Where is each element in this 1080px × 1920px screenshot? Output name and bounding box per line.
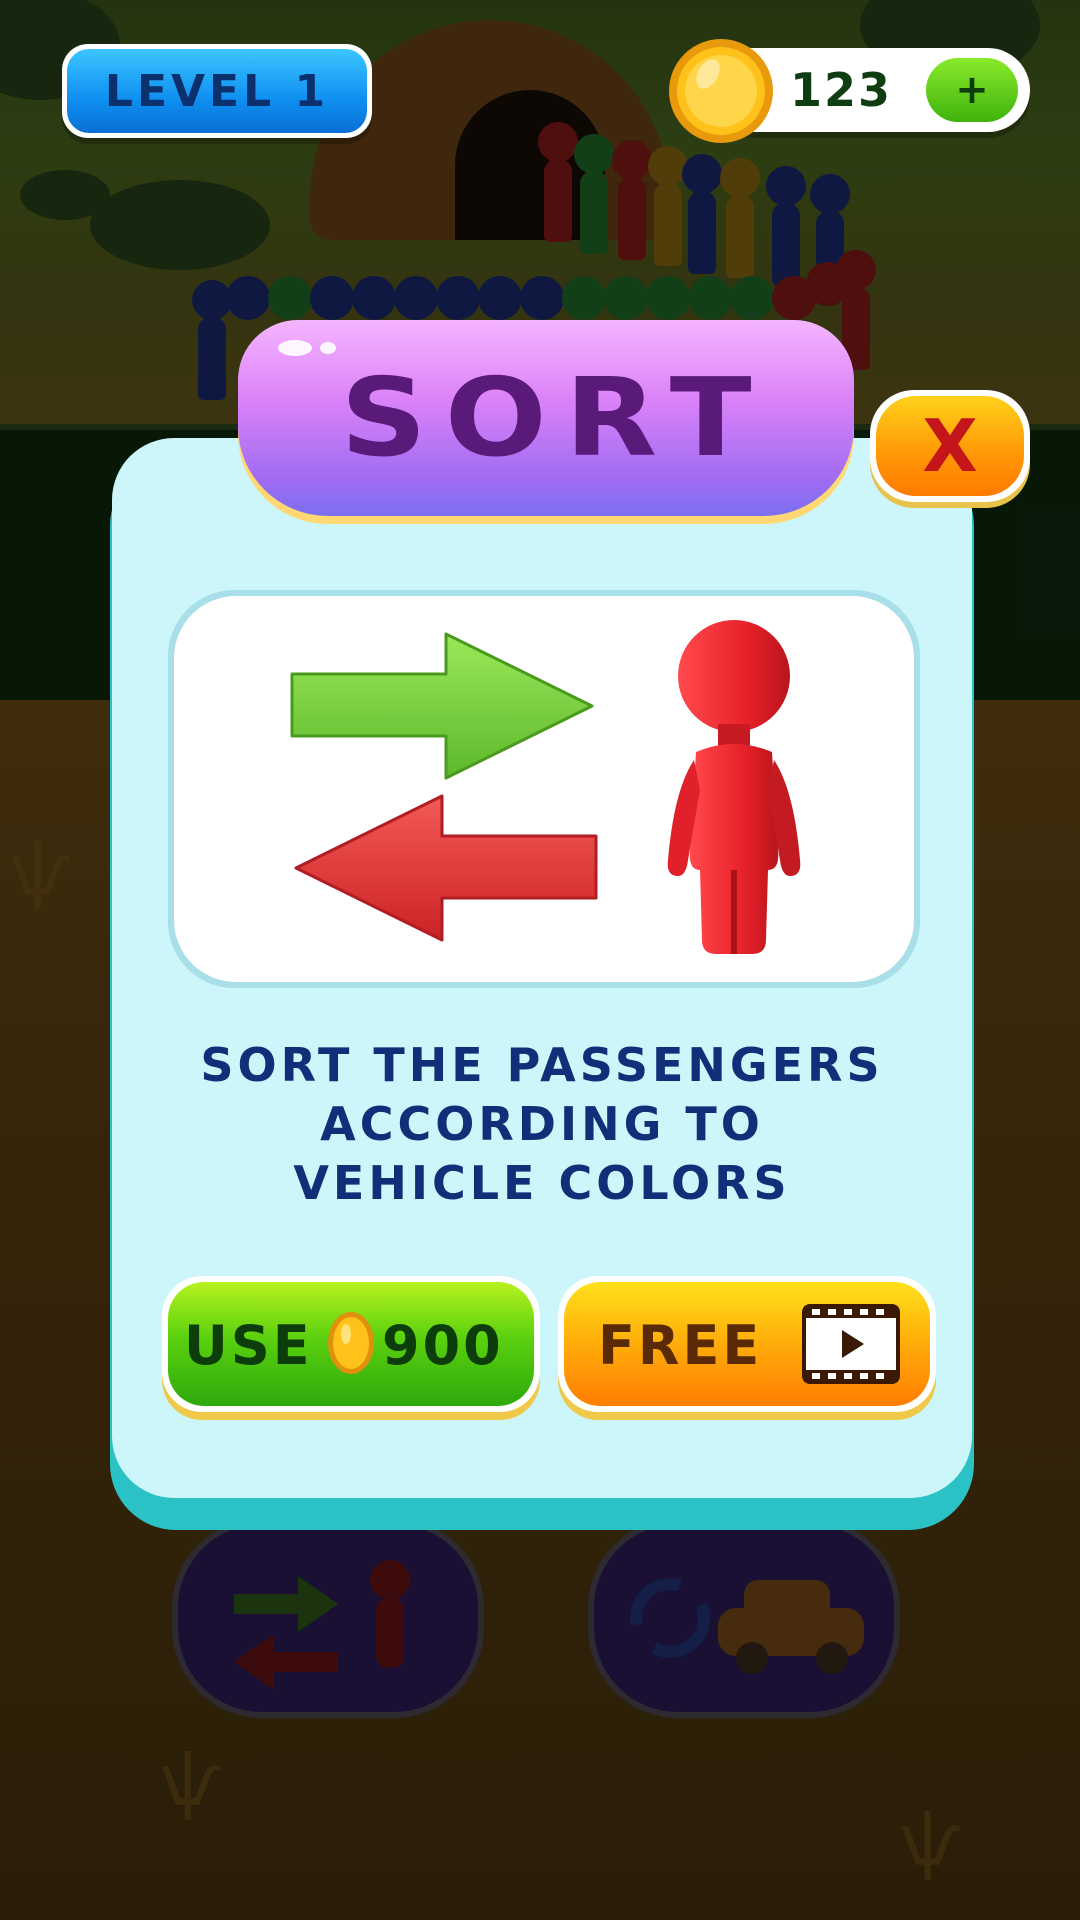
use-price: 900 <box>382 1314 504 1377</box>
gold-coin-icon <box>669 39 773 143</box>
use-coins-button[interactable]: USE 900 <box>162 1276 540 1412</box>
passenger-figure-icon <box>667 620 801 954</box>
coin-count: 123 <box>790 63 893 117</box>
description-line: VEHICLE COLORS <box>293 1156 791 1210</box>
shine <box>320 342 336 354</box>
close-icon: X <box>922 404 978 488</box>
gold-coin-icon <box>328 1312 374 1374</box>
shine <box>278 340 312 356</box>
description-line: SORT THE PASSENGERS <box>200 1038 884 1092</box>
modal-title: SORT <box>340 355 770 481</box>
plus-icon: + <box>955 67 989 113</box>
free-video-button[interactable]: FREE <box>558 1276 936 1412</box>
add-coins-button[interactable]: + <box>926 58 1018 122</box>
free-label: FREE <box>598 1314 763 1377</box>
sort-illustration <box>168 590 920 988</box>
description-line: ACCORDING TO <box>320 1097 764 1151</box>
close-button[interactable]: X <box>870 390 1030 502</box>
modal-title-banner: SORT <box>238 320 854 526</box>
modal-description: SORT THE PASSENGERS ACCORDING TO VEHICLE… <box>150 1036 934 1213</box>
level-label: LEVEL 1 <box>104 65 330 117</box>
use-label: USE <box>184 1314 313 1377</box>
level-badge: LEVEL 1 <box>62 44 372 138</box>
video-ad-icon <box>802 1304 900 1384</box>
